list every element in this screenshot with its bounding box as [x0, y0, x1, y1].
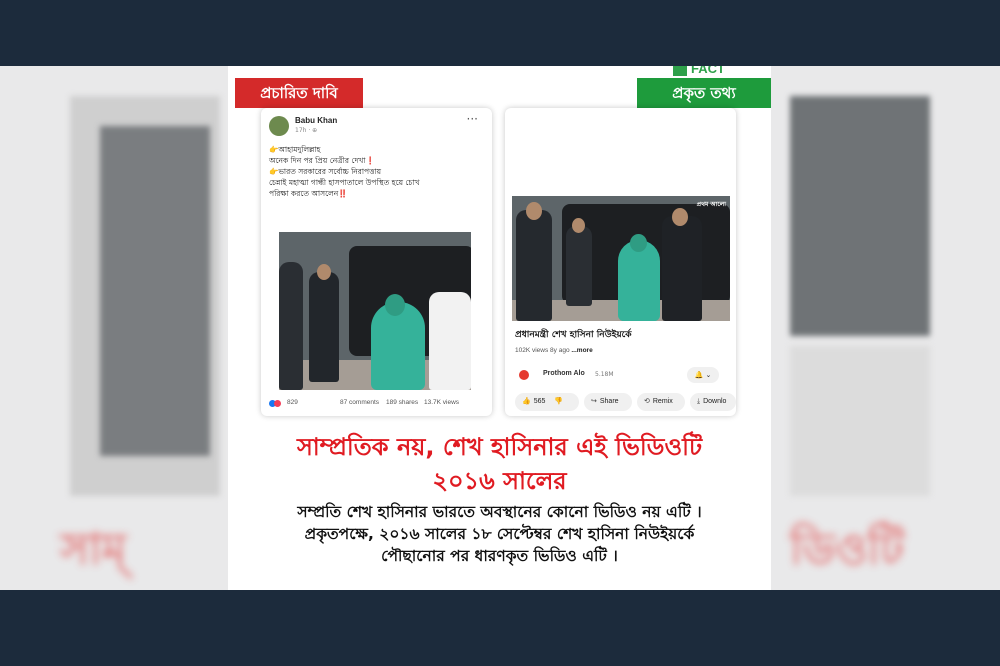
caption-line: 👉আহামদুলিল্লাহ [269, 145, 321, 154]
video-actions: 👍 565 👎 ↪ Share ⟲ Remix ⤓ Downlo [511, 393, 736, 411]
exclamation-icon: ❗ [365, 156, 375, 165]
remix-label: Remix [652, 398, 673, 405]
post-time: 17h · ⊕ [295, 127, 318, 134]
like-count: 565 [533, 398, 546, 405]
fact-check-card: FACT প্রচারিত দাবি প্রকৃত তথ্য Babu Khan… [228, 66, 771, 590]
author-name: Babu Khan [295, 116, 338, 125]
bottom-frame-band [0, 590, 1000, 666]
logo-mark-icon [673, 66, 687, 76]
post-caption: 👉আহামদুলিল্লাহ অনেক দিন পর প্রিয় নেত্রী… [269, 144, 485, 199]
claimed-label: প্রচারিত দাবি [235, 78, 363, 108]
reaction-count: 829 [287, 399, 298, 406]
explanation-line: সম্প্রতি শেখ হাসিনার ভারতে অবস্থানের কোন… [297, 503, 702, 521]
facebook-post-screenshot: Babu Khan 17h · ⊕ ··· 👉আহামদুলিল্লাহ অনে… [261, 108, 492, 416]
like-dislike-button[interactable]: 👍 565 👎 [515, 393, 579, 411]
pointing-hand-icon: 👉 [269, 145, 279, 154]
video-player[interactable]: প্রথম আলো [512, 196, 730, 321]
share-label: Share [599, 398, 619, 405]
share-icon: ↪ [591, 398, 597, 405]
download-icon: ⤓ [697, 398, 701, 405]
download-button[interactable]: ⤓ Downlo [690, 393, 736, 411]
share-count[interactable]: 189 shares [386, 399, 418, 406]
top-frame-band [0, 0, 1000, 66]
download-label: Downlo [703, 398, 727, 405]
remix-icon: ⟲ [644, 398, 650, 405]
post-header: Babu Khan 17h · ⊕ ··· [269, 112, 484, 140]
view-count: 13.7K views [424, 399, 460, 406]
fact-label: প্রকৃত তথ্য [637, 78, 771, 108]
caption-line: 👉ভারত সরকারের সর্বোচ্চ নিরাপত্তায় [269, 167, 382, 176]
remix-button[interactable]: ⟲ Remix [637, 393, 685, 411]
share-button[interactable]: ↪ Share [584, 393, 632, 411]
caption-line: অনেক দিন পর প্রিয় নেত্রীর দেখা❗ [269, 156, 375, 165]
view-age-text: 102K views 8y ago [515, 347, 570, 354]
more-link[interactable]: ...more [571, 347, 592, 354]
video-title: প্রধানমন্ত্রী শেখ হাসিনা নিউইয়র্কে [515, 330, 632, 340]
comment-count[interactable]: 87 comments [340, 399, 379, 406]
post-stats: 829 87 comments 189 shares 13.7K views [269, 399, 484, 411]
headline-line: সাম্প্রতিক নয়, শেখ হাসিনার এই ভিডিওটি [296, 433, 703, 461]
verdict-headline: সাম্প্রতিক নয়, শেখ হাসিনার এই ভিডিওটি ২… [228, 430, 771, 498]
youtube-video-screenshot: প্রথম আলো প্রধানমন্ত্রী শেখ হাসিনা নিউইয… [505, 108, 736, 416]
thumbs-up-icon: 👍 [522, 398, 531, 405]
explanation-line: প্রকৃতপক্ষে, ২০১৬ সালের ১৮ সেপ্টেম্বর শে… [304, 525, 695, 543]
explanation-line: পৌছানোর পর ধারণকৃত ভিডিও এটি । [381, 547, 618, 565]
notification-bell-button[interactable]: 🔔 ⌄ [687, 367, 719, 383]
reactions-icon [269, 400, 285, 407]
logo-text: FACT [691, 66, 725, 76]
caption-line: চেন্নাই মহাত্মা গান্ধী হাসপাতালে উপস্থিত… [269, 178, 420, 187]
more-options-icon[interactable]: ··· [467, 112, 478, 126]
video-meta: 102K views 8y ago ...more [515, 347, 593, 354]
channel-logo-icon[interactable] [519, 370, 529, 380]
channel-watermark: প্রথম আলো [696, 201, 726, 208]
headline-line: ২০১৬ সালের [432, 467, 567, 495]
channel-row: Prothom Alo 5.18M 🔔 ⌄ [515, 367, 725, 383]
subscriber-count: 5.18M [595, 371, 614, 378]
channel-name[interactable]: Prothom Alo [543, 370, 585, 377]
video-thumbnail[interactable] [279, 232, 471, 390]
thumbs-down-icon: 👎 [554, 398, 564, 405]
double-exclamation-icon: ‼️ [338, 189, 348, 198]
pointing-hand-icon: 👉 [269, 167, 279, 176]
factcheck-logo: FACT [673, 66, 771, 78]
verdict-explanation: সম্প্রতি শেখ হাসিনার ভারতে অবস্থানের কোন… [228, 501, 771, 567]
caption-line: পরিক্ষা করতে আসলেন‼️ [269, 189, 348, 198]
avatar [269, 116, 289, 136]
